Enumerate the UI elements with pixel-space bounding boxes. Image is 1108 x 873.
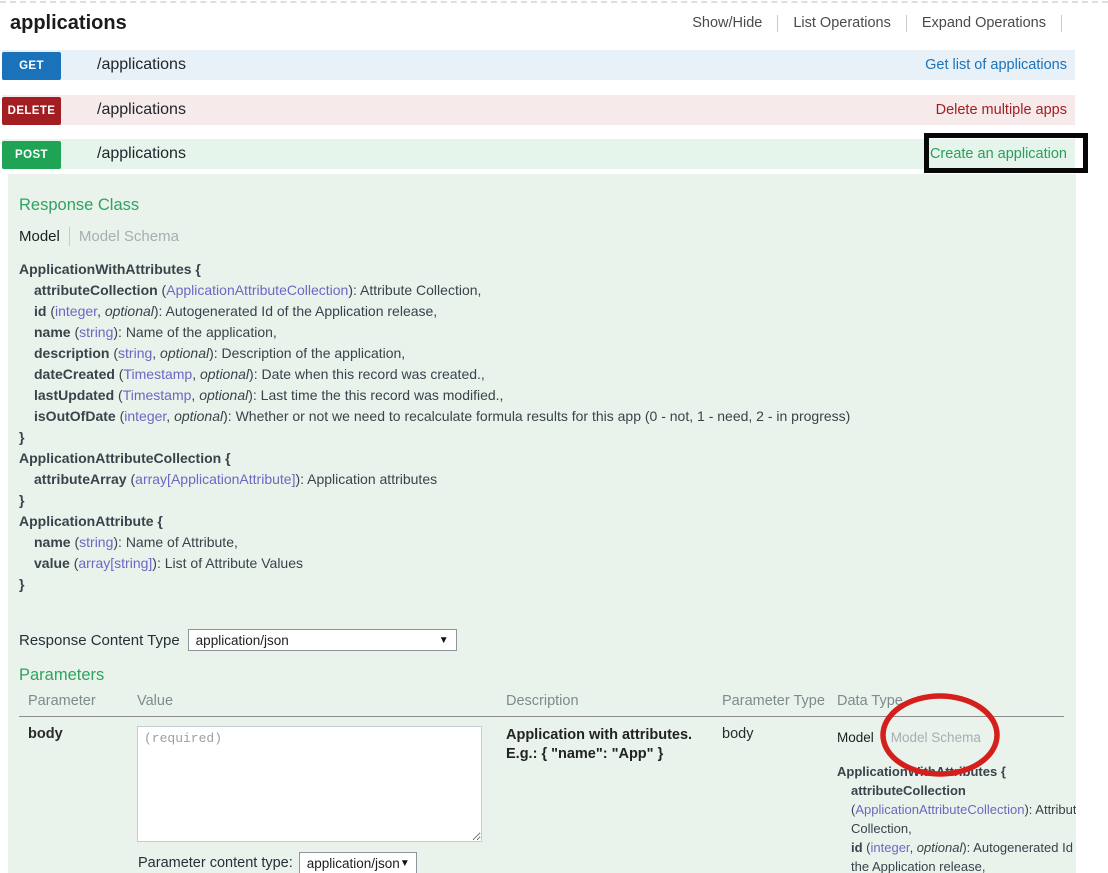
resource-header: applications Show/Hide List Operations E… — [10, 12, 1062, 35]
response-content-type-row: Response Content Type application/json ▼ — [19, 629, 1064, 651]
endpoint-row-delete: DELETE /applications Delete multiple app… — [2, 95, 1075, 125]
resource-header-links: Show/Hide List Operations Expand Operati… — [677, 15, 1062, 32]
post-operation-panel: Response Class Model Model Schema Applic… — [8, 174, 1076, 873]
param-data-type-cell: Model Model Schema ApplicationWithAttrib… — [837, 726, 1076, 873]
tab-separator — [882, 729, 883, 745]
col-header-parameter: Parameter — [28, 693, 137, 709]
tab-model-schema[interactable]: Model Schema — [79, 228, 179, 245]
post-method-badge[interactable]: POST — [2, 141, 61, 169]
param-type: body — [722, 726, 837, 873]
endpoint-row-post: POST /applications Create an application — [2, 139, 1075, 169]
body-parameter-input[interactable] — [137, 726, 482, 842]
parameter-content-type-select[interactable]: application/json ▼ — [299, 852, 417, 873]
param-value-cell: Parameter content type: application/json… — [137, 726, 506, 873]
col-header-data-type: Data Type — [837, 693, 1064, 709]
parameter-content-type-row: Parameter content type: application/json… — [137, 852, 506, 873]
top-dashed-divider — [0, 1, 1108, 3]
response-content-type-select[interactable]: application/json ▼ — [188, 629, 457, 651]
data-type-model-text: ApplicationWithAttributes {attributeColl… — [837, 762, 1076, 873]
tab-separator — [69, 227, 70, 246]
table-row: body Parameter content type: application… — [19, 717, 1064, 873]
response-class-title: Response Class — [19, 196, 1064, 215]
param-description-line: Application with attributes. — [506, 726, 722, 745]
endpoint-row-get: GET /applications Get list of applicatio… — [2, 50, 1075, 80]
param-description: Application with attributes. E.g.: { "na… — [506, 726, 722, 873]
data-type-tab-model[interactable]: Model — [837, 730, 874, 745]
chevron-down-icon: ▼ — [400, 858, 410, 869]
expand-operations-link[interactable]: Expand Operations — [907, 15, 1062, 32]
response-class-tabs: Model Model Schema — [19, 226, 1064, 246]
delete-method-badge[interactable]: DELETE — [2, 97, 61, 125]
data-type-tabs: Model Model Schema — [837, 728, 1076, 746]
response-content-type-label: Response Content Type — [19, 632, 180, 649]
parameters-table-header: Parameter Value Description Parameter Ty… — [19, 693, 1064, 717]
param-description-line: E.g.: { "name": "App" } — [506, 745, 722, 764]
tab-model[interactable]: Model — [19, 228, 60, 245]
col-header-parameter-type: Parameter Type — [722, 693, 837, 709]
parameters-title: Parameters — [19, 666, 1064, 685]
delete-endpoint-summary-link[interactable]: Delete multiple apps — [936, 102, 1067, 118]
get-endpoint-path[interactable]: /applications — [97, 56, 186, 74]
col-header-description: Description — [506, 693, 722, 709]
parameter-content-type-value: application/json — [307, 856, 400, 871]
get-endpoint-summary-link[interactable]: Get list of applications — [925, 57, 1067, 73]
col-header-value: Value — [137, 693, 506, 709]
post-endpoint-path[interactable]: /applications — [97, 145, 186, 163]
data-type-tab-model-schema[interactable]: Model Schema — [891, 730, 981, 745]
chevron-down-icon: ▼ — [439, 635, 449, 646]
show-hide-link[interactable]: Show/Hide — [677, 15, 778, 32]
get-method-badge[interactable]: GET — [2, 52, 61, 80]
delete-endpoint-path[interactable]: /applications — [97, 101, 186, 119]
page-title: applications — [10, 12, 127, 35]
post-endpoint-summary-link[interactable]: Create an application — [930, 146, 1067, 162]
param-name: body — [28, 726, 137, 873]
list-operations-link[interactable]: List Operations — [778, 15, 907, 32]
parameter-content-type-label: Parameter content type: — [138, 855, 293, 871]
response-content-type-value: application/json — [196, 633, 289, 648]
response-model-text: ApplicationWithAttributes {attributeColl… — [19, 259, 1064, 595]
